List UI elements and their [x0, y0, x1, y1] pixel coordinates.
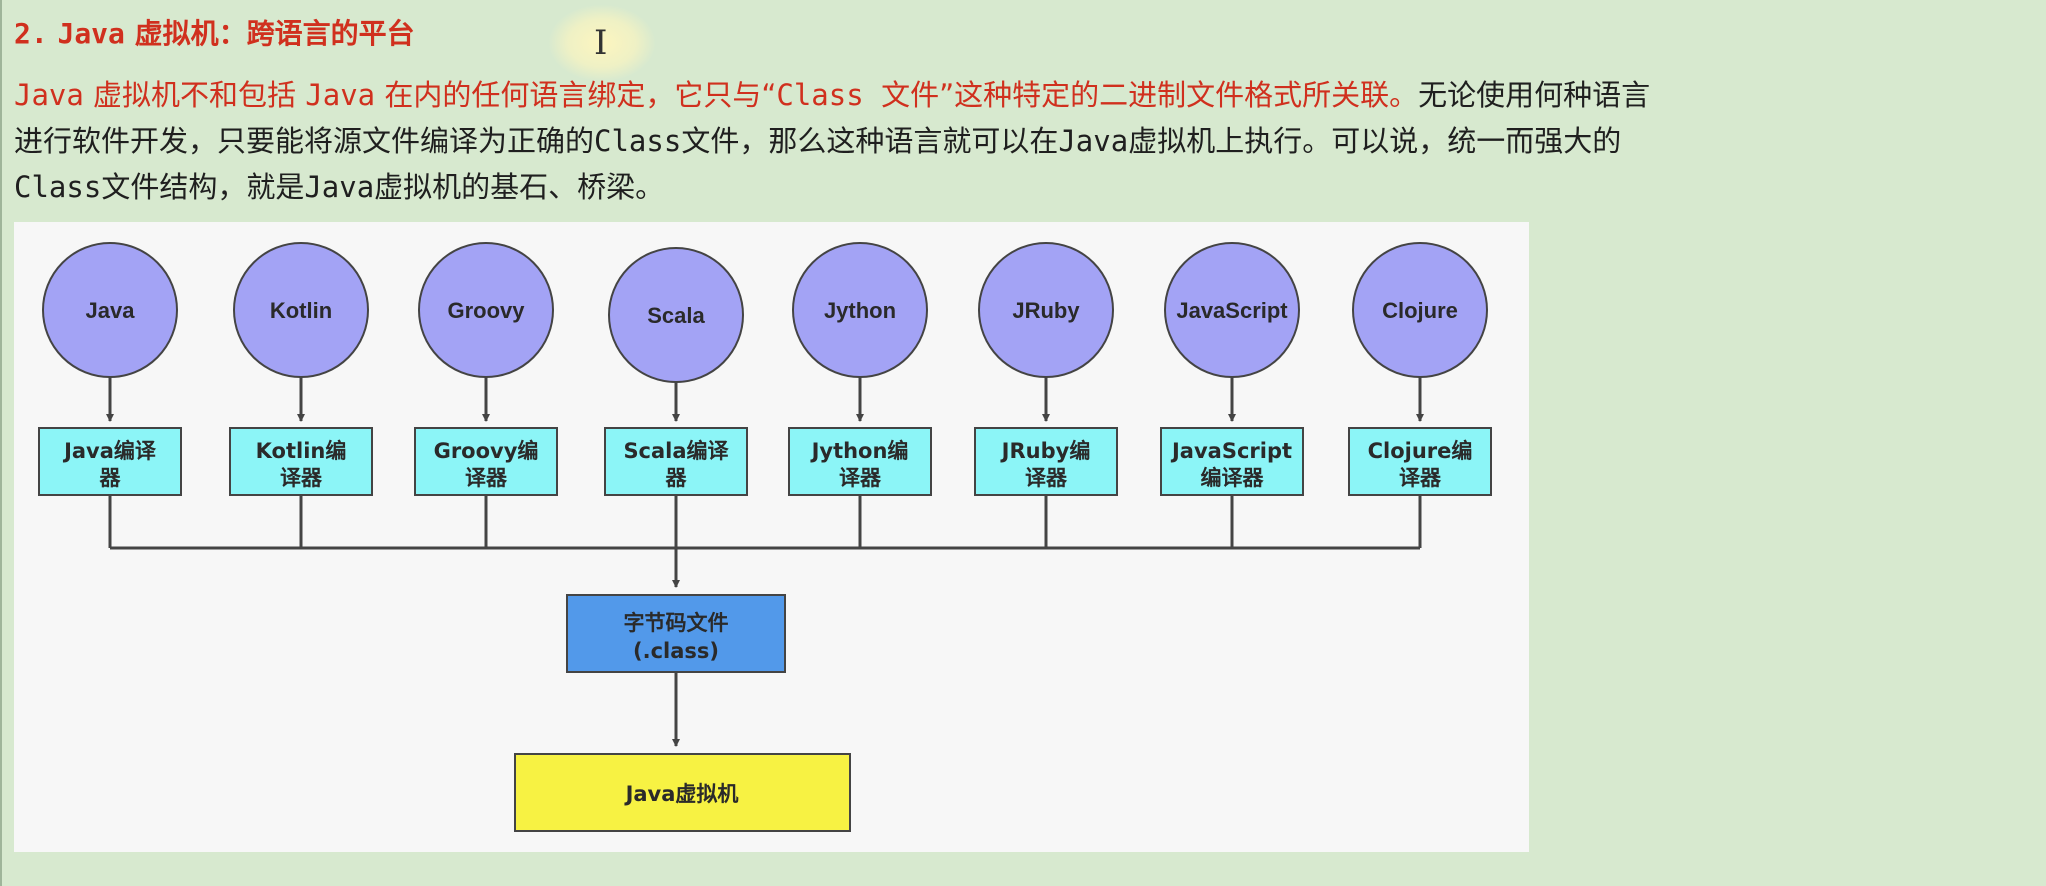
- paragraph-run: Class: [594, 124, 682, 158]
- jvm-label: Java虚拟机: [624, 782, 739, 806]
- compiler-label: 器: [99, 466, 122, 490]
- paragraph-run: Java: [1058, 124, 1129, 158]
- heading-title: 虚拟机：跨语言的平台: [134, 17, 415, 50]
- compiler-label: JavaScript: [1170, 439, 1292, 463]
- paragraph-run: 在内的任何语言绑定，它只与“: [375, 78, 777, 112]
- paragraph-run: 文件结构，就是: [101, 170, 305, 204]
- text-cursor-icon: I: [594, 23, 608, 63]
- paragraph-run: Java: [14, 78, 84, 112]
- language-label: Clojure: [1382, 298, 1458, 323]
- bytecode-label: 字节码文件: [624, 611, 729, 635]
- language-label: JRuby: [1012, 298, 1080, 323]
- compiler-label: JRuby编: [1000, 439, 1091, 463]
- paragraph-line-1: Java 虚拟机不和包括 Java 在内的任何语言绑定，它只与“Class 文件…: [14, 78, 1650, 112]
- bytecode-label: (.class): [633, 639, 719, 663]
- compiler-label: 译器: [1025, 466, 1068, 490]
- paragraph-run: Class 文件: [776, 78, 940, 112]
- paragraph-line-3: Class文件结构，就是Java虚拟机的基石、桥梁。: [14, 170, 664, 204]
- compiler-label: Scala编译: [623, 439, 729, 463]
- language-label: JavaScript: [1176, 298, 1288, 323]
- paragraph-run: ”这种特定的二进制文件格式所关联。: [939, 78, 1419, 112]
- paragraph-run: Java: [304, 170, 375, 204]
- compiler-label: Kotlin编: [256, 439, 347, 463]
- diagram-canvas: JavaJava编译器KotlinKotlin编译器GroovyGroovy编译…: [38, 242, 1492, 832]
- paragraph-run: 虚拟机不和包括: [83, 78, 306, 112]
- compiler-label: Java编译: [62, 439, 157, 463]
- paragraph-run: 文件，那么这种语言就可以在: [681, 124, 1059, 158]
- body-paragraph: Java 虚拟机不和包括 Java 在内的任何语言绑定，它只与“Class 文件…: [14, 72, 2014, 210]
- compiler-label: 编译器: [1201, 466, 1265, 490]
- paragraph-run: 虚拟机上执行。可以说，统一而强大的: [1128, 124, 1622, 158]
- compiler-label: 译器: [465, 466, 508, 490]
- compiler-label: 器: [665, 466, 688, 490]
- paragraph-line-2: 进行软件开发，只要能将源文件编译为正确的Class文件，那么这种语言就可以在Ja…: [14, 124, 1621, 158]
- language-label: Groovy: [447, 298, 525, 323]
- paragraph-run: Java: [305, 78, 376, 112]
- compiler-label: Clojure编: [1368, 439, 1473, 463]
- language-label: Kotlin: [270, 298, 332, 323]
- language-label: Java: [86, 298, 136, 323]
- paragraph-run: Class: [14, 170, 102, 204]
- paragraph-run: 进行软件开发，只要能将源文件编译为正确的: [14, 124, 595, 158]
- compiler-label: 译器: [280, 466, 323, 490]
- heading-java: Java: [57, 17, 125, 50]
- compiler-label: 译器: [1399, 466, 1442, 490]
- paragraph-run: 无论使用何种语言: [1418, 78, 1651, 112]
- language-label: Jython: [824, 298, 896, 323]
- compiler-label: Jython编: [810, 439, 909, 463]
- language-label: Scala: [647, 303, 705, 328]
- jvm-platform-diagram: Java Java编译器 Kotlin Kotlin编 译器 Groovy Groovy编译…: [14, 222, 1529, 852]
- compiler-label: 译器: [839, 466, 882, 490]
- left-border: [0, 0, 2, 886]
- heading-number: 2.: [14, 17, 48, 50]
- paragraph-run: 虚拟机的基石、桥梁。: [374, 170, 665, 204]
- section-heading: 2. Java 虚拟机：跨语言的平台: [14, 14, 415, 54]
- compiler-label: Groovy编: [434, 439, 539, 463]
